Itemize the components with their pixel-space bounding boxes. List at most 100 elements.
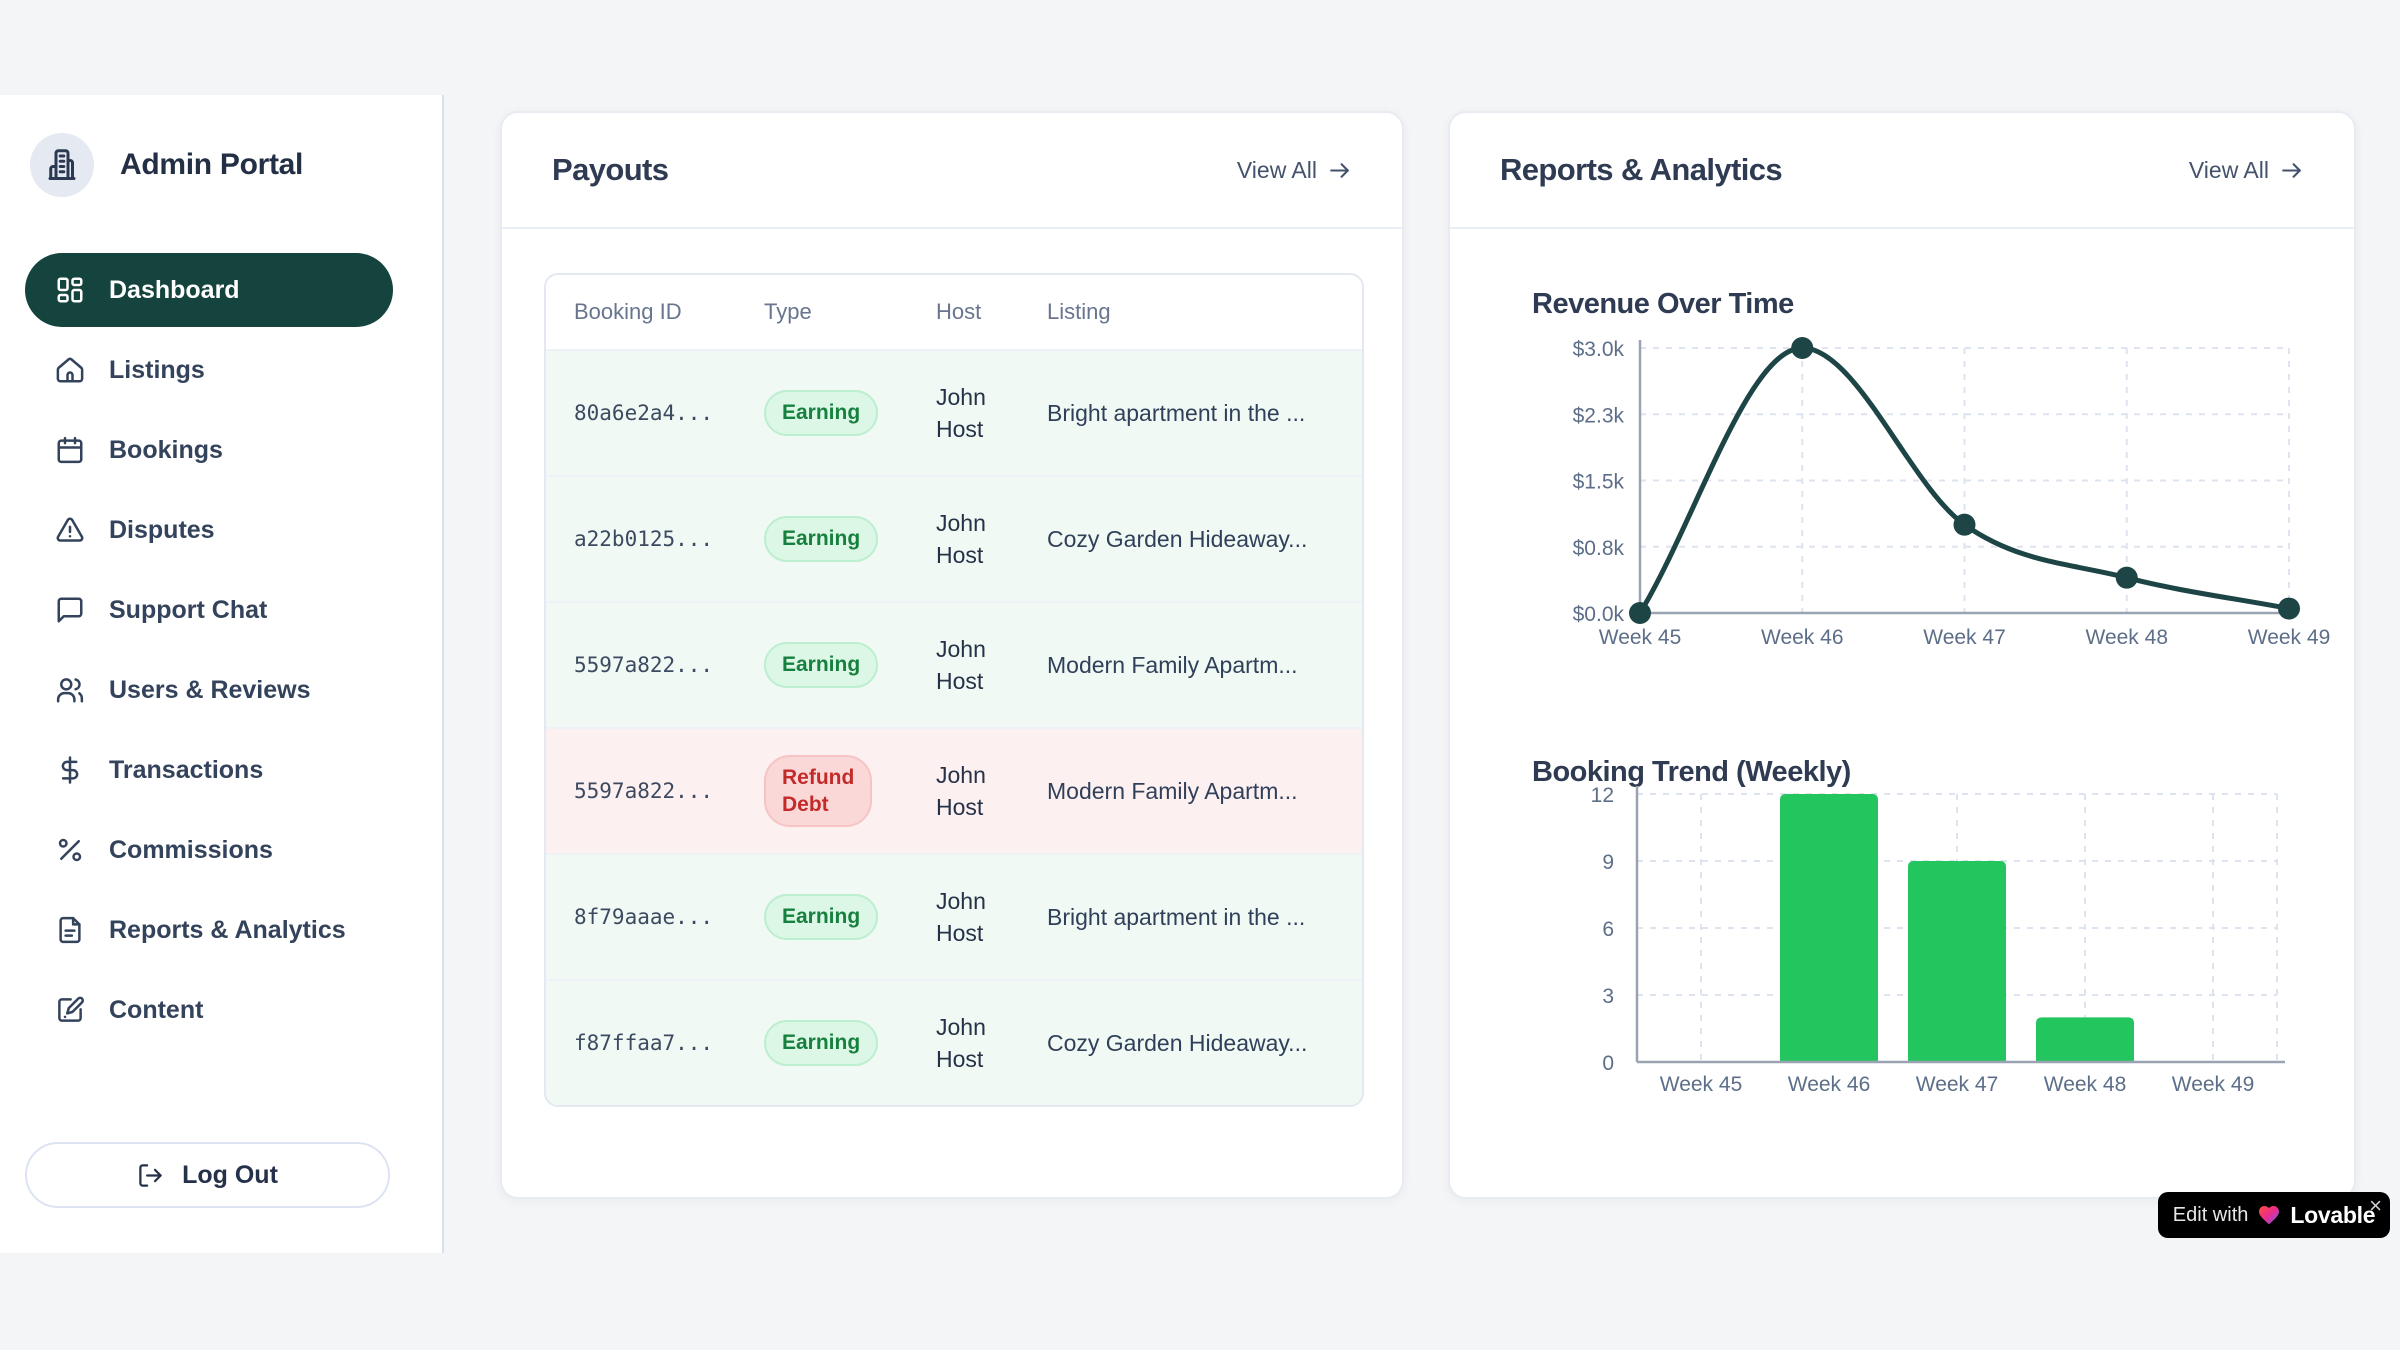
chat-icon bbox=[55, 595, 85, 625]
column-header-listing: Listing bbox=[1047, 299, 1362, 325]
svg-text:Week 48: Week 48 bbox=[2086, 626, 2169, 649]
listing-cell: Cozy Garden Hideaway... bbox=[1047, 526, 1362, 553]
logout-label: Log Out bbox=[182, 1161, 278, 1190]
host-cell: John Host bbox=[936, 1011, 1008, 1075]
type-cell: Refund Debt bbox=[764, 755, 936, 828]
booking-id-cell: f87ffaa7... bbox=[574, 1031, 764, 1055]
sidebar-nav: Dashboard Listings Bookings Disputes Sup… bbox=[25, 253, 393, 1047]
sidebar-item-support-chat[interactable]: Support Chat bbox=[25, 573, 393, 647]
table-header-row: Booking IDTypeHostListing bbox=[546, 275, 1362, 349]
sidebar: Admin Portal Dashboard Listings Bookings… bbox=[0, 95, 444, 1253]
listing-cell: Modern Family Apartm... bbox=[1047, 652, 1362, 679]
warning-icon bbox=[55, 515, 85, 545]
column-header-booking-id: Booking ID bbox=[574, 299, 764, 325]
booking-id-cell: a22b0125... bbox=[574, 527, 764, 551]
type-badge: Earning bbox=[764, 390, 878, 435]
svg-text:$2.3k: $2.3k bbox=[1573, 404, 1625, 427]
sidebar-item-listings[interactable]: Listings bbox=[25, 333, 393, 407]
sidebar-item-label: Support Chat bbox=[109, 596, 267, 625]
arrow-right-icon bbox=[1327, 158, 1352, 183]
type-badge: Earning bbox=[764, 642, 878, 687]
type-badge: Refund Debt bbox=[764, 755, 872, 828]
payouts-view-all-link[interactable]: View All bbox=[1237, 157, 1352, 184]
sidebar-item-label: Users & Reviews bbox=[109, 676, 311, 705]
listing-cell: Modern Family Apartm... bbox=[1047, 778, 1362, 805]
type-cell: Earning bbox=[764, 516, 936, 561]
svg-text:Week 46: Week 46 bbox=[1761, 626, 1844, 649]
column-header-type: Type bbox=[764, 299, 936, 325]
type-badge: Earning bbox=[764, 894, 878, 939]
edit-with-lovable-badge[interactable]: Edit with Lovable × bbox=[2158, 1192, 2390, 1238]
sidebar-item-commissions[interactable]: Commissions bbox=[25, 813, 393, 887]
document-icon bbox=[55, 915, 85, 945]
host-cell: John Host bbox=[936, 633, 1008, 697]
svg-text:$0.8k: $0.8k bbox=[1573, 537, 1625, 560]
view-all-label: View All bbox=[1237, 157, 1317, 184]
lovable-brand-label: Lovable bbox=[2290, 1202, 2375, 1229]
sidebar-item-label: Reports & Analytics bbox=[109, 916, 346, 945]
logout-button[interactable]: Log Out bbox=[25, 1142, 390, 1208]
lovable-heart-icon bbox=[2257, 1203, 2281, 1227]
close-icon[interactable]: × bbox=[2369, 1195, 2382, 1217]
type-badge: Earning bbox=[764, 516, 878, 561]
lovable-prefix-label: Edit with bbox=[2173, 1204, 2249, 1227]
dashboard-icon bbox=[55, 275, 85, 305]
table-row[interactable]: 8f79aaae... Earning John Host Bright apa… bbox=[546, 853, 1362, 979]
app-title: Admin Portal bbox=[120, 148, 303, 182]
sidebar-item-bookings[interactable]: Bookings bbox=[25, 413, 393, 487]
sidebar-item-label: Transactions bbox=[109, 756, 263, 785]
admin-dashboard-page: Admin Portal Dashboard Listings Bookings… bbox=[0, 0, 2400, 1350]
type-cell: Earning bbox=[764, 894, 936, 939]
svg-text:3: 3 bbox=[1602, 985, 1614, 1008]
table-row[interactable]: a22b0125... Earning John Host Cozy Garde… bbox=[546, 475, 1362, 601]
reports-view-all-link[interactable]: View All bbox=[2189, 157, 2304, 184]
booking-id-cell: 5597a822... bbox=[574, 653, 764, 677]
sidebar-item-label: Disputes bbox=[109, 516, 215, 545]
booking-id-cell: 5597a822... bbox=[574, 779, 764, 803]
table-row[interactable]: 80a6e2a4... Earning John Host Bright apa… bbox=[546, 349, 1362, 475]
type-cell: Earning bbox=[764, 1020, 936, 1065]
svg-text:Week 45: Week 45 bbox=[1660, 1073, 1743, 1096]
sidebar-item-label: Listings bbox=[109, 356, 205, 385]
svg-text:Week 47: Week 47 bbox=[1923, 626, 2006, 649]
sidebar-item-label: Content bbox=[109, 996, 203, 1025]
users-icon bbox=[55, 675, 85, 705]
sidebar-item-label: Commissions bbox=[109, 836, 273, 865]
sidebar-item-transactions[interactable]: Transactions bbox=[25, 733, 393, 807]
home-icon bbox=[55, 355, 85, 385]
view-all-label: View All bbox=[2189, 157, 2269, 184]
revenue-chart-title: Revenue Over Time bbox=[1532, 288, 1794, 321]
arrow-right-icon bbox=[2279, 158, 2304, 183]
payouts-table: Booking IDTypeHostListing 80a6e2a4... Ea… bbox=[544, 273, 1364, 1107]
reports-card-header: Reports & Analytics View All bbox=[1450, 113, 2354, 229]
payouts-title: Payouts bbox=[552, 152, 668, 188]
svg-text:9: 9 bbox=[1602, 851, 1614, 874]
brand: Admin Portal bbox=[30, 133, 303, 197]
svg-text:Week 49: Week 49 bbox=[2248, 626, 2331, 649]
host-cell: John Host bbox=[936, 759, 1008, 823]
table-row[interactable]: 5597a822... Earning John Host Modern Fam… bbox=[546, 601, 1362, 727]
file-edit-icon bbox=[55, 995, 85, 1025]
sidebar-item-disputes[interactable]: Disputes bbox=[25, 493, 393, 567]
table-row[interactable]: f87ffaa7... Earning John Host Cozy Garde… bbox=[546, 979, 1362, 1105]
svg-text:6: 6 bbox=[1602, 918, 1614, 941]
sidebar-item-content[interactable]: Content bbox=[25, 973, 393, 1047]
svg-text:Week 49: Week 49 bbox=[2172, 1073, 2255, 1096]
svg-text:Week 45: Week 45 bbox=[1599, 626, 1682, 649]
svg-text:$0.0k: $0.0k bbox=[1573, 603, 1625, 626]
percent-icon bbox=[55, 835, 85, 865]
sidebar-item-dashboard[interactable]: Dashboard bbox=[25, 253, 393, 327]
sidebar-item-users-reviews[interactable]: Users & Reviews bbox=[25, 653, 393, 727]
reports-title: Reports & Analytics bbox=[1500, 152, 1782, 188]
sidebar-item-label: Bookings bbox=[109, 436, 223, 465]
type-badge: Earning bbox=[764, 1020, 878, 1065]
listing-cell: Bright apartment in the ... bbox=[1047, 400, 1362, 427]
booking-trend-bar-chart: 036912Week 45Week 46Week 47Week 48Week 4… bbox=[1502, 769, 2332, 1109]
sidebar-item-reports-analytics[interactable]: Reports & Analytics bbox=[25, 893, 393, 967]
building-icon bbox=[44, 147, 80, 183]
svg-text:Week 46: Week 46 bbox=[1788, 1073, 1871, 1096]
payouts-card-header: Payouts View All bbox=[502, 113, 1402, 229]
payouts-card: Payouts View All Booking IDTypeHostListi… bbox=[500, 111, 1404, 1199]
table-row[interactable]: 5597a822... Refund Debt John Host Modern… bbox=[546, 727, 1362, 853]
host-cell: John Host bbox=[936, 885, 1008, 949]
